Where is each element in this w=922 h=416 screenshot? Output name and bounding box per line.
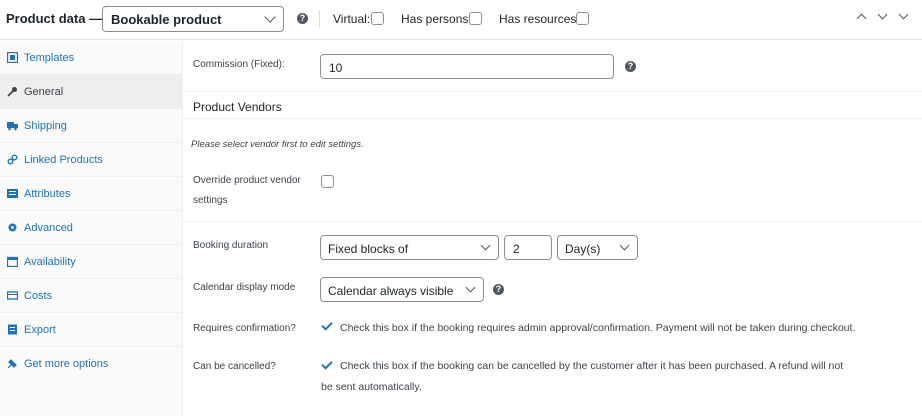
override-vendor-label: Override product vendor bbox=[193, 175, 301, 186]
override-vendor-label-cont: settings bbox=[193, 195, 228, 206]
divider bbox=[183, 221, 922, 222]
duration-type-value: Fixed blocks of bbox=[328, 242, 409, 256]
tab-label: Costs bbox=[24, 290, 53, 302]
product-data-tabs: Templates General Shipping Linked Produc… bbox=[0, 41, 183, 416]
divider bbox=[183, 91, 922, 92]
tab-get-more-options[interactable]: Get more options bbox=[0, 347, 183, 381]
duration-unit-value: Day(s) bbox=[565, 242, 601, 256]
templates-icon bbox=[7, 52, 18, 63]
help-icon[interactable]: ? bbox=[297, 13, 308, 24]
help-icon[interactable]: ? bbox=[625, 61, 636, 72]
booking-duration-input[interactable]: 2 bbox=[504, 235, 552, 260]
tab-templates[interactable]: Templates bbox=[0, 41, 183, 75]
booking-duration-label: Booking duration bbox=[193, 240, 269, 251]
tab-label: Availability bbox=[24, 256, 76, 268]
export-icon bbox=[8, 324, 17, 335]
has-resources-label: Has resources: bbox=[499, 12, 580, 26]
product-data-header: Product data — Bookable product ? Virtua… bbox=[0, 0, 922, 40]
tab-advanced[interactable]: Advanced bbox=[0, 211, 183, 245]
product-vendors-heading: Product Vendors bbox=[193, 100, 282, 114]
tab-label: Linked Products bbox=[24, 154, 103, 166]
wrench-icon bbox=[7, 87, 17, 97]
tab-label: Attributes bbox=[24, 188, 71, 200]
link-icon bbox=[7, 154, 18, 165]
header-divider bbox=[319, 10, 320, 28]
vendor-note: Please select vendor first to edit setti… bbox=[191, 139, 364, 150]
calendar-display-select[interactable]: Calendar always visible bbox=[320, 277, 484, 302]
plugin-icon bbox=[7, 359, 17, 369]
has-persons-checkbox[interactable] bbox=[469, 12, 482, 25]
chevron-down-icon bbox=[480, 240, 491, 251]
product-type-value: Bookable product bbox=[111, 12, 222, 27]
move-down-icon[interactable] bbox=[877, 9, 888, 20]
requires-confirmation-checkbox[interactable] bbox=[321, 319, 333, 331]
tab-export[interactable]: Export bbox=[0, 313, 183, 347]
has-resources-checkbox[interactable] bbox=[576, 12, 589, 25]
duration-value: 2 bbox=[513, 242, 520, 256]
calendar-icon bbox=[7, 256, 18, 267]
divider bbox=[183, 118, 922, 119]
commission-value: 10 bbox=[329, 61, 343, 75]
tab-label: Export bbox=[24, 324, 56, 336]
truck-icon bbox=[7, 122, 18, 131]
commission-label: Commission (Fixed): bbox=[193, 59, 285, 70]
chevron-down-icon bbox=[619, 240, 630, 251]
requires-confirmation-label: Requires confirmation? bbox=[193, 323, 296, 334]
help-icon[interactable]: ? bbox=[493, 284, 504, 295]
can-be-cancelled-label: Can be cancelled? bbox=[193, 361, 276, 372]
tab-label: Shipping bbox=[24, 120, 67, 132]
calendar-display-label: Calendar display mode bbox=[193, 282, 296, 293]
has-persons-label: Has persons: bbox=[401, 12, 472, 26]
tab-label: Templates bbox=[24, 52, 75, 64]
gear-icon bbox=[8, 223, 17, 232]
chevron-down-icon bbox=[264, 11, 276, 23]
tab-label: Advanced bbox=[24, 222, 73, 234]
tab-label: General bbox=[24, 86, 64, 98]
tab-shipping[interactable]: Shipping bbox=[0, 109, 183, 143]
can-be-cancelled-checkbox[interactable] bbox=[321, 358, 333, 370]
can-be-cancelled-desc: Check this box if the booking can be can… bbox=[340, 360, 844, 372]
money-icon bbox=[7, 291, 18, 300]
booking-duration-unit-select[interactable]: Day(s) bbox=[557, 235, 638, 260]
virtual-checkbox[interactable] bbox=[371, 12, 384, 25]
chevron-down-icon bbox=[465, 282, 476, 293]
calendar-display-value: Calendar always visible bbox=[328, 284, 454, 298]
toggle-panel-icon[interactable] bbox=[898, 9, 909, 20]
product-data-title: Product data — bbox=[6, 11, 103, 26]
booking-duration-type-select[interactable]: Fixed blocks of bbox=[320, 235, 499, 260]
tab-general[interactable]: General bbox=[0, 75, 183, 109]
product-type-select[interactable]: Bookable product bbox=[102, 6, 284, 32]
can-be-cancelled-desc-cont: be sent automatically. bbox=[321, 381, 422, 393]
virtual-label: Virtual: bbox=[333, 12, 371, 26]
tab-attributes[interactable]: Attributes bbox=[0, 177, 183, 211]
tab-availability[interactable]: Availability bbox=[0, 245, 183, 279]
move-up-icon[interactable] bbox=[856, 13, 867, 24]
list-icon bbox=[7, 189, 18, 198]
tab-costs[interactable]: Costs bbox=[0, 279, 183, 313]
override-vendor-checkbox[interactable] bbox=[321, 175, 334, 188]
tab-linked-products[interactable]: Linked Products bbox=[0, 143, 183, 177]
commission-input[interactable]: 10 bbox=[320, 54, 614, 79]
requires-confirmation-desc: Check this box if the booking requires a… bbox=[340, 322, 856, 334]
tab-label: Get more options bbox=[24, 358, 109, 370]
